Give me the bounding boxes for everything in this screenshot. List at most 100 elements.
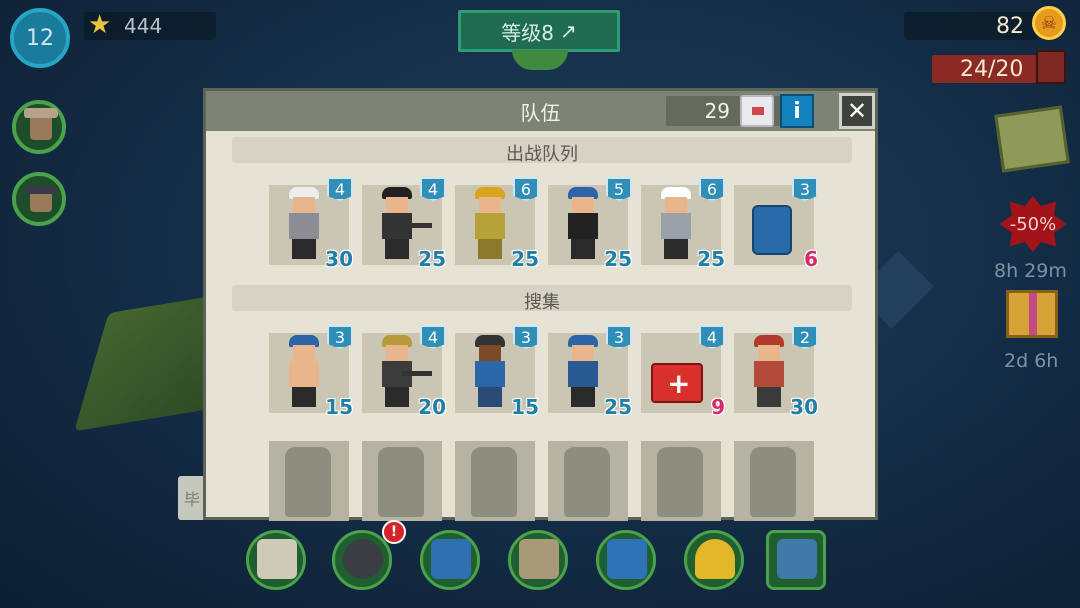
star-icon: ★	[88, 10, 112, 40]
dock-helmet-button[interactable]	[684, 530, 744, 590]
locked-unit-silhouette-icon	[378, 447, 424, 517]
squad-slot[interactable]: 3 6	[734, 177, 818, 271]
gift-timer: 2d 6h	[1004, 350, 1059, 372]
locked-slot[interactable]	[641, 441, 721, 521]
dock-skull-button[interactable]	[246, 530, 306, 590]
survivor-unit-icon	[283, 187, 323, 261]
unit-level-badge: 5	[606, 177, 632, 201]
unit-count: 30	[325, 247, 353, 271]
unit-count: 25	[418, 247, 446, 271]
tools-icon	[607, 539, 647, 579]
dock-zombie-book-button[interactable]	[508, 530, 568, 590]
gather-slot[interactable]: 3 15	[455, 325, 539, 419]
dock-tools-button[interactable]	[596, 530, 656, 590]
alert-badge: !	[382, 520, 406, 544]
medkit-icon	[651, 363, 703, 403]
locked-unit-silhouette-icon	[285, 447, 331, 517]
unit-level-badge: 3	[327, 325, 353, 349]
locked-slot[interactable]	[362, 441, 442, 521]
cowboy-hat-icon	[24, 108, 58, 118]
gather-slot[interactable]: 2 30	[734, 325, 818, 419]
unit-count: 30	[790, 395, 818, 419]
coin-count: 82	[996, 14, 1024, 39]
locked-slot[interactable]	[455, 441, 535, 521]
ticket-count: 29	[704, 99, 730, 123]
unit-count: 9	[711, 395, 725, 419]
discount-badge[interactable]: -50%	[1000, 196, 1066, 252]
radio-icon	[431, 539, 471, 579]
player-level-badge[interactable]: 12	[10, 8, 70, 68]
unit-count: 25	[697, 247, 725, 271]
unit-level-badge: 4	[699, 325, 725, 349]
unit-count: 15	[511, 395, 539, 419]
builder-unit-icon	[469, 187, 509, 261]
gift-icon[interactable]	[1006, 290, 1058, 338]
locked-unit-silhouette-icon	[564, 447, 610, 517]
unit-level-badge: 3	[513, 325, 539, 349]
squad-slot[interactable]: 4 30	[269, 177, 353, 271]
info-button[interactable]: i	[780, 94, 814, 128]
rank-label: 等级8	[501, 20, 554, 45]
glasses-icon	[26, 186, 56, 194]
side-tab[interactable]: 毕	[178, 476, 206, 520]
rank-button-tab	[512, 50, 568, 70]
backpack-icon[interactable]	[1036, 50, 1066, 84]
dock-crate-button[interactable]	[766, 530, 826, 590]
crate-icon	[777, 539, 817, 579]
skull-icon	[257, 539, 297, 579]
ticket-icon	[740, 95, 774, 127]
squad-section-title: 出战队列	[506, 144, 578, 165]
gather-section-title: 搜集	[524, 292, 560, 313]
locked-unit-silhouette-icon	[657, 447, 703, 517]
worker-unit-icon	[469, 335, 509, 409]
arrow-up-right-icon: ↗	[559, 19, 577, 43]
squad-slot[interactable]: 6 25	[641, 177, 725, 271]
unit-level-badge: 4	[327, 177, 353, 201]
hero-avatar-glasses[interactable]	[12, 172, 66, 226]
digger-unit-icon	[283, 335, 323, 409]
cop-unit-icon	[562, 335, 602, 409]
barrel-icon	[752, 205, 792, 255]
sniper-unit-icon	[376, 335, 432, 409]
unit-level-badge: 4	[420, 177, 446, 201]
unit-count: 25	[604, 247, 632, 271]
team-panel: 队伍 29 i ✕ 出战队列 4 30 4 25 6 25 5 25 6 25 …	[203, 88, 878, 521]
dock-gamepad-button[interactable]	[332, 530, 392, 590]
lumberjack-unit-icon	[748, 335, 788, 409]
gather-slot[interactable]: 3 25	[548, 325, 632, 419]
locked-unit-silhouette-icon	[750, 447, 796, 517]
gather-slot[interactable]: 4 9	[641, 325, 725, 419]
rank-button[interactable]: 等级8 ↗	[458, 10, 620, 52]
locked-slot[interactable]	[269, 441, 349, 521]
unit-count: 25	[604, 395, 632, 419]
gather-slot[interactable]: 3 15	[269, 325, 353, 419]
police-unit-icon	[376, 187, 432, 261]
unit-count: 15	[325, 395, 353, 419]
gather-slot[interactable]: 4 20	[362, 325, 446, 419]
locked-unit-silhouette-icon	[471, 447, 517, 517]
zombie-book-icon	[519, 539, 559, 579]
locked-slot[interactable]	[548, 441, 628, 521]
unit-count: 25	[511, 247, 539, 271]
locked-slot[interactable]	[734, 441, 814, 521]
unit-level-badge: 2	[792, 325, 818, 349]
skull-coin-icon[interactable]: ☠	[1032, 6, 1066, 40]
hero-avatar-cowboy[interactable]	[12, 100, 66, 154]
dock-radio-button[interactable]	[420, 530, 480, 590]
squad-slot[interactable]: 4 25	[362, 177, 446, 271]
unit-level-badge: 4	[420, 325, 446, 349]
squad-slot[interactable]: 6 25	[455, 177, 539, 271]
star-count: 444	[124, 14, 163, 38]
helmet-icon	[695, 539, 735, 579]
toolbox-icon[interactable]	[994, 105, 1070, 173]
gamepad-icon	[343, 539, 383, 579]
unit-count: 6	[804, 247, 818, 271]
discount-timer: 8h 29m	[994, 260, 1067, 282]
unit-level-badge: 3	[792, 177, 818, 201]
close-button[interactable]: ✕	[839, 93, 875, 129]
bag-capacity: 24/20	[960, 57, 1024, 82]
unit-level-badge: 6	[513, 177, 539, 201]
squad-slot[interactable]: 5 25	[548, 177, 632, 271]
unit-count: 20	[418, 395, 446, 419]
mechanic-unit-icon	[655, 187, 695, 261]
